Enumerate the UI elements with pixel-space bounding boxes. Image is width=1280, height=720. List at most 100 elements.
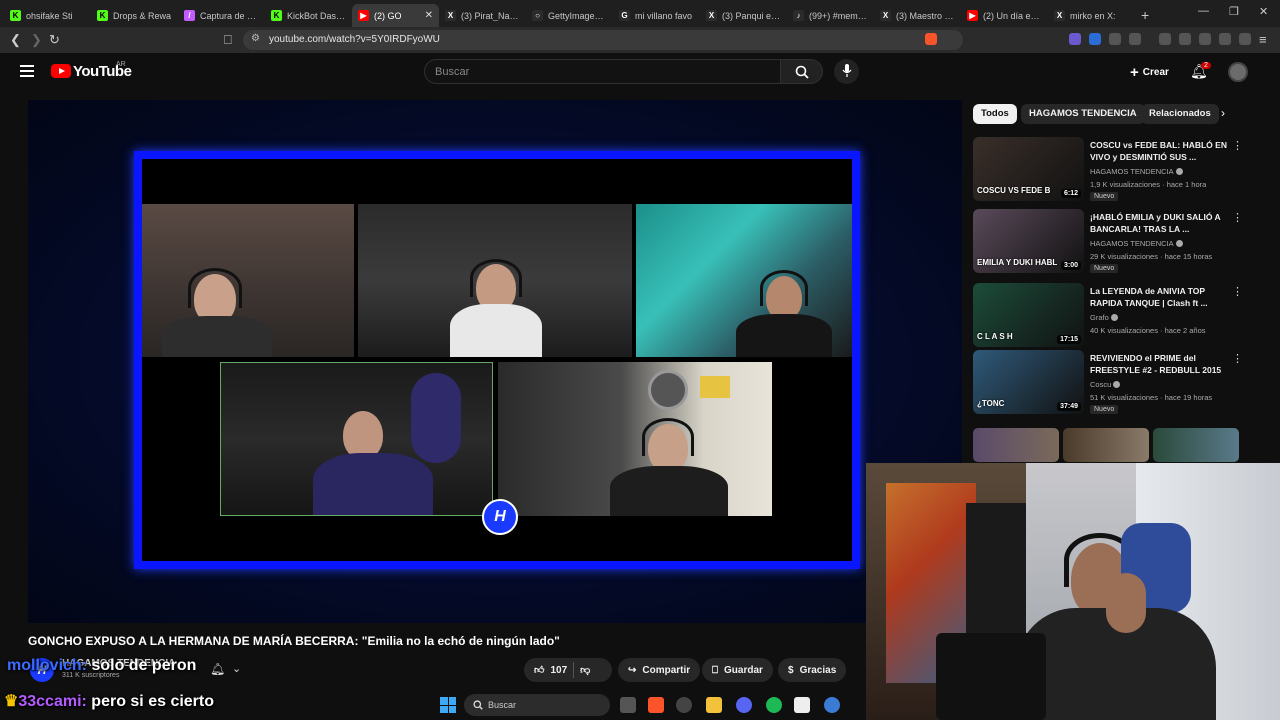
like-icon[interactable]: 👍︎ xyxy=(534,664,544,676)
browser-tab[interactable]: ▶ (2) GO ✕ xyxy=(352,4,439,27)
recommended-video[interactable]: COSCU VS FEDE B 6:12 COSCU vs FEDE BAL: HA… xyxy=(973,137,1243,201)
menu-icon[interactable]: ≡ xyxy=(1259,32,1267,47)
browser-tab[interactable]: K KickBot Dashbo xyxy=(265,4,352,27)
brave-shields-icon[interactable] xyxy=(925,33,937,45)
more-options-icon[interactable]: ⋮ xyxy=(1232,211,1243,224)
file-explorer-icon[interactable] xyxy=(706,697,722,713)
recommended-channel-name[interactable]: Grafo xyxy=(1090,313,1109,322)
thumbnail-caption: COSCU VS FEDE B xyxy=(977,186,1051,195)
taskbar-search-input[interactable]: Buscar xyxy=(464,694,610,716)
app-icon[interactable] xyxy=(824,697,840,713)
browser-tab[interactable]: ▶ (2) Un día en la xyxy=(961,4,1048,27)
crown-icon: ♛ xyxy=(4,693,19,710)
vpn-icon[interactable] xyxy=(1239,33,1251,45)
shorts-thumbnail[interactable] xyxy=(1153,428,1239,462)
like-count[interactable]: 107 xyxy=(550,665,567,676)
recommended-video-title[interactable]: COSCU vs FEDE BAL: HABLÓ EN VIVO y DESMI… xyxy=(1090,139,1230,163)
chevron-down-icon[interactable]: ⌄ xyxy=(232,662,241,675)
recommended-video[interactable]: C L A S H 17:15 La LEYENDA de ANIVIA TOP R… xyxy=(973,283,1243,347)
video-thumbnail[interactable]: EMILIA Y DUKI HABL 3:00 xyxy=(973,209,1084,273)
recommended-channel-name[interactable]: HAGAMOS TENDENCIA xyxy=(1090,167,1174,176)
save-button[interactable]: ⎕ Guardar xyxy=(702,658,773,682)
recommended-video[interactable]: ¿TONC 37:49 REVIVIENDO el PRIME del FREEST… xyxy=(973,350,1243,414)
dislike-icon[interactable]: 👎︎ xyxy=(580,664,590,676)
address-bar[interactable]: ⚙ youtube.com/watch?v=5Y0IRDFyoWU xyxy=(243,30,963,50)
back-icon[interactable]: ❮ xyxy=(10,32,21,48)
browser-tab[interactable]: ○ GettyImages-1 xyxy=(526,4,613,27)
url-text: youtube.com/watch?v=5Y0IRDFyoWU xyxy=(269,34,440,45)
extension-icon[interactable] xyxy=(1129,33,1141,45)
video-thumbnail[interactable]: COSCU VS FEDE B 6:12 xyxy=(973,137,1084,201)
recommended-video-title[interactable]: REVIVIENDO el PRIME del FREESTYLE #2 - R… xyxy=(1090,352,1230,376)
close-tab-icon[interactable]: ✕ xyxy=(425,10,433,21)
streamer-camera xyxy=(220,362,493,516)
filter-chips: Todos HAGAMOS TENDENCIA Relacionados › xyxy=(973,104,1243,126)
recommended-channel-name[interactable]: Coscu xyxy=(1090,380,1111,389)
brave-browser-icon[interactable] xyxy=(648,697,664,713)
recommended-video-title[interactable]: La LEYENDA de ANIVIA TOP RAPIDA TANQUE |… xyxy=(1090,285,1230,309)
maximize-window-button[interactable]: ❐ xyxy=(1229,5,1239,18)
brave-rewards-icon[interactable] xyxy=(945,33,957,45)
app-icon[interactable] xyxy=(676,697,692,713)
chip-channel[interactable]: HAGAMOS TENDENCIA xyxy=(1021,104,1145,124)
shorts-thumbnail[interactable] xyxy=(973,428,1059,462)
recommended-channel-name[interactable]: HAGAMOS TENDENCIA xyxy=(1090,239,1174,248)
browser-tab[interactable]: Gmi villano favo xyxy=(613,4,700,27)
windows-start-icon[interactable] xyxy=(440,697,456,713)
more-options-icon[interactable]: ⋮ xyxy=(1232,285,1243,298)
share-icon: ↪ xyxy=(628,664,637,676)
chat-message: mollovich: solo de peron xyxy=(7,657,196,675)
share-button[interactable]: ↪ Compartir xyxy=(618,658,701,682)
hamburger-menu-icon[interactable] xyxy=(20,65,34,77)
video-thumbnail[interactable]: C L A S H 17:15 xyxy=(973,283,1084,347)
account-avatar[interactable] xyxy=(1228,62,1248,82)
browser-tab[interactable]: X (3) Pirat_Nation xyxy=(439,4,526,27)
browser-tab[interactable]: Kohsifake Sti xyxy=(4,4,91,27)
chevron-right-icon[interactable]: › xyxy=(1221,106,1225,120)
more-options-icon[interactable]: ⋮ xyxy=(1232,352,1243,365)
minimize-window-button[interactable]: — xyxy=(1198,5,1209,17)
new-tab-button[interactable]: + xyxy=(1141,7,1149,23)
youtube-logo-icon[interactable] xyxy=(51,64,71,78)
windows-taskbar: Buscar xyxy=(430,690,866,720)
app-icon[interactable] xyxy=(794,697,810,713)
browser-tab[interactable]: Xmirko en X: xyxy=(1048,4,1135,27)
search-button[interactable] xyxy=(781,59,823,84)
shorts-thumbnail[interactable] xyxy=(1063,428,1149,462)
browser-tab[interactable]: K Drops & Rewa xyxy=(91,4,178,27)
search-input[interactable]: Buscar xyxy=(424,59,781,84)
spotify-icon[interactable] xyxy=(766,697,782,713)
voice-search-button[interactable] xyxy=(834,59,859,84)
bookmark-icon[interactable]: ⎕ xyxy=(224,32,232,48)
forward-icon[interactable]: ❯ xyxy=(31,32,42,48)
leo-ai-icon[interactable] xyxy=(1219,33,1231,45)
chip-todos[interactable]: Todos xyxy=(973,104,1017,124)
recommended-video[interactable]: EMILIA Y DUKI HABL 3:00 ¡HABLÓ EMILIA y DU… xyxy=(973,209,1243,273)
browser-tab[interactable]: X (3) Maestro Spl xyxy=(874,4,961,27)
more-options-icon[interactable]: ⋮ xyxy=(1232,139,1243,152)
wallet-icon[interactable] xyxy=(1199,33,1211,45)
recommended-channel-row: HAGAMOS TENDENCIA xyxy=(1090,239,1183,248)
recommended-video-title[interactable]: ¡HABLÓ EMILIA y DUKI SALIÓ A BANCARLA! T… xyxy=(1090,211,1230,235)
create-button[interactable]: + Crear xyxy=(1122,60,1177,84)
browser-tab[interactable]: ♪ (99+) #meme # xyxy=(787,4,874,27)
extension-icon[interactable] xyxy=(1089,33,1101,45)
task-view-icon[interactable] xyxy=(620,697,636,713)
extension-icon[interactable] xyxy=(1109,33,1121,45)
reload-icon[interactable]: ↻ xyxy=(49,32,60,48)
verified-check-icon xyxy=(1113,381,1121,388)
thanks-button[interactable]: $ Gracias xyxy=(778,658,847,682)
chip-related[interactable]: Relacionados xyxy=(1141,104,1219,124)
sidebar-icon[interactable] xyxy=(1179,33,1191,45)
browser-tab[interactable]: X (3) Panqui en X xyxy=(700,4,787,27)
site-info-icon[interactable]: ⚙ xyxy=(251,33,260,44)
discord-icon[interactable] xyxy=(736,697,752,713)
extension-icon[interactable] xyxy=(1069,33,1081,45)
video-player[interactable]: H xyxy=(28,100,962,623)
notification-settings-icon[interactable]: 🔔︎ xyxy=(210,662,225,676)
video-thumbnail[interactable]: ¿TONC 37:49 xyxy=(973,350,1084,414)
close-window-button[interactable]: ✕ xyxy=(1259,5,1268,18)
media-controls-icon[interactable] xyxy=(1159,33,1171,45)
verified-check-icon xyxy=(1175,240,1183,247)
browser-tab[interactable]: / Captura de pan xyxy=(178,4,265,27)
